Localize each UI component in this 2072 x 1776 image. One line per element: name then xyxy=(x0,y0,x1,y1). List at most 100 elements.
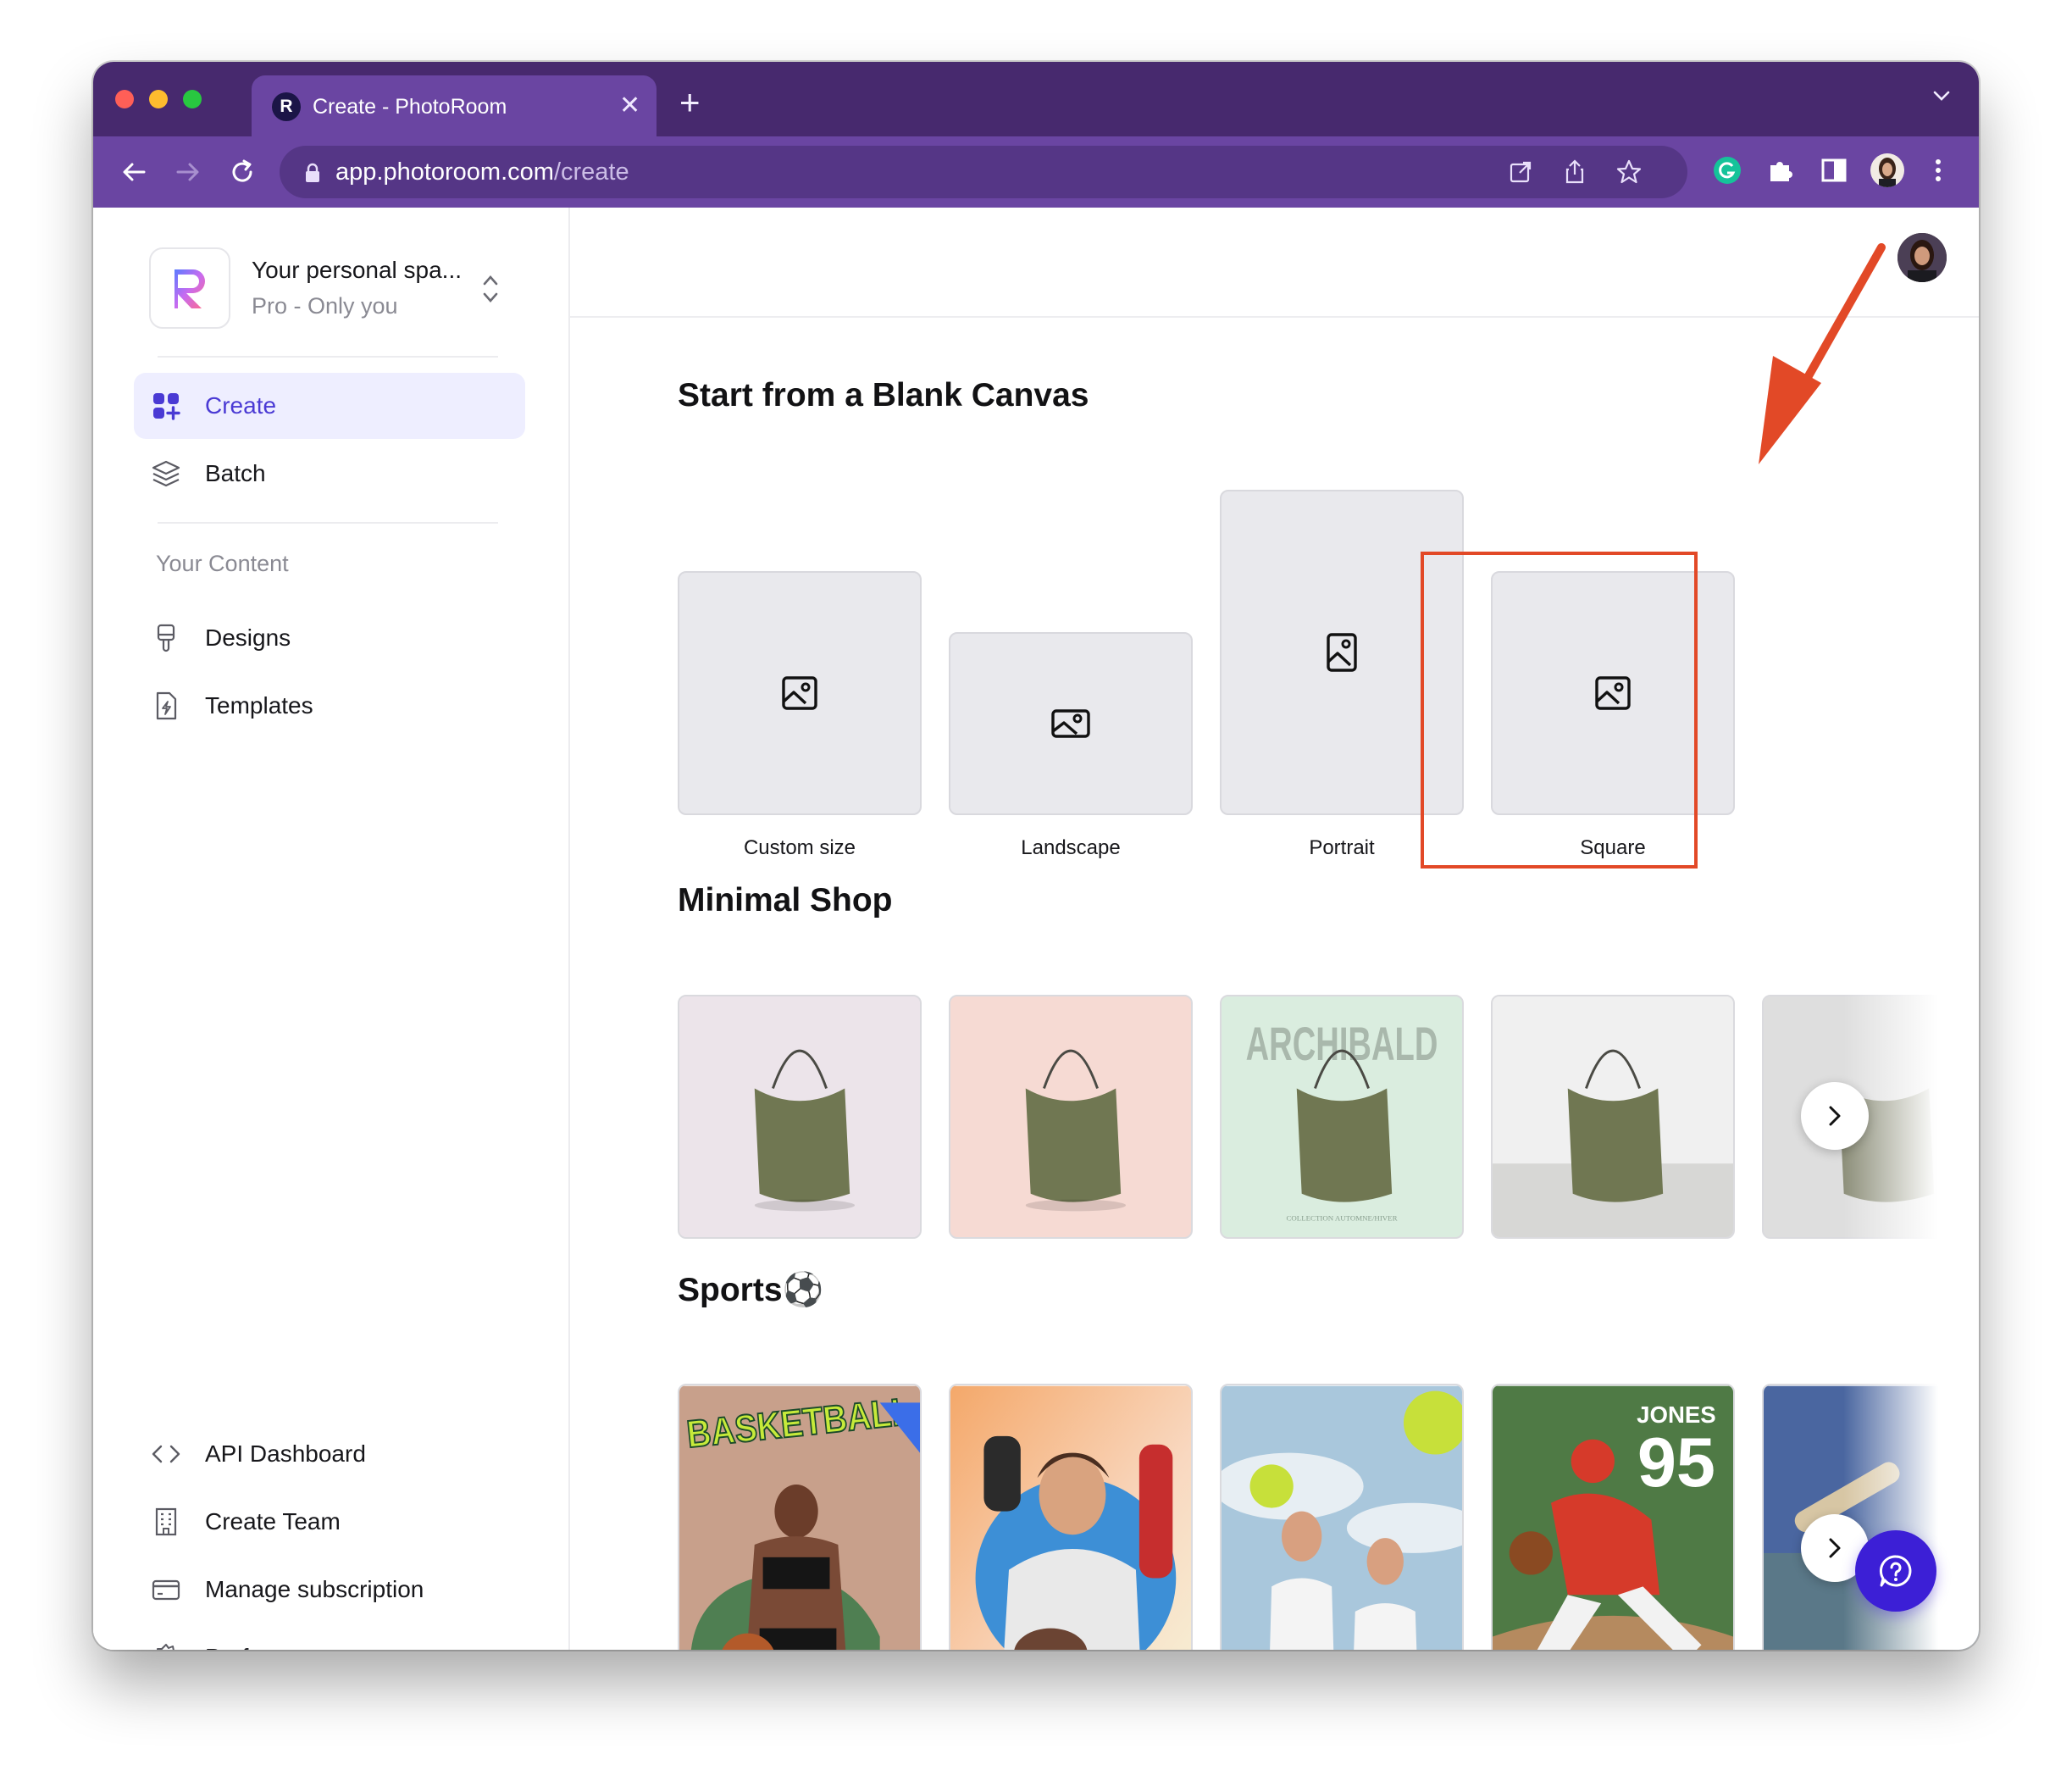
template-card-bag-studio[interactable] xyxy=(1491,995,1735,1239)
canvas-option-label: Custom size xyxy=(743,836,856,859)
grammarly-extension-icon[interactable] xyxy=(1710,153,1744,187)
sidebar-item-label: Manage subscription xyxy=(205,1576,424,1602)
sidebar-item-preferences[interactable]: Preferences xyxy=(134,1624,525,1650)
sidebar-item-label: Preferences xyxy=(205,1641,333,1650)
image-icon xyxy=(1051,709,1090,738)
minimize-window-button[interactable] xyxy=(149,90,168,108)
sidebar-item-templates[interactable]: Templates xyxy=(134,673,525,739)
sports-heading: Sports⚽ xyxy=(678,1272,824,1308)
side-panel-icon[interactable] xyxy=(1817,153,1851,187)
template-card-american-football[interactable] xyxy=(949,1384,1193,1650)
sidebar-item-label: Batch xyxy=(205,460,266,486)
canvas-option-label: Landscape xyxy=(1021,836,1121,859)
close-window-button[interactable] xyxy=(115,90,134,108)
sidebar-divider xyxy=(158,356,498,358)
template-card-basketball[interactable]: BASKETBALL xyxy=(678,1384,922,1650)
basketball-thumbnail-image: BASKETBALL xyxy=(679,1385,920,1650)
svg-text:95: 95 xyxy=(1637,1423,1715,1501)
template-card-bag-peach[interactable] xyxy=(949,995,1193,1239)
sidebar-item-create-team[interactable]: Create Team xyxy=(134,1489,525,1555)
help-chat-button[interactable] xyxy=(1855,1530,1936,1612)
sidebar: Your personal spa... Pro - Only you Crea… xyxy=(93,208,570,1650)
extensions-puzzle-icon[interactable] xyxy=(1764,153,1798,187)
question-bubble-icon xyxy=(1879,1555,1912,1587)
sidebar-item-label: Designs xyxy=(205,624,291,651)
browser-profile-avatar[interactable] xyxy=(1870,153,1904,187)
photoroom-favicon-icon: R xyxy=(272,92,301,121)
workspace-switch-chevron-icon[interactable] xyxy=(481,272,500,306)
chevron-right-icon xyxy=(1829,1538,1841,1558)
sidebar-item-label: Create xyxy=(205,392,277,419)
tab-title: Create - PhotoRoom xyxy=(313,95,507,119)
sidebar-item-designs[interactable]: Designs xyxy=(134,605,525,671)
template-card-tennis[interactable] xyxy=(1220,1384,1464,1650)
sidebar-item-label: Create Team xyxy=(205,1508,341,1535)
sidebar-item-manage-subscription[interactable]: Manage subscription xyxy=(134,1557,525,1623)
tab-close-icon[interactable]: ✕ xyxy=(619,91,640,121)
tennis-thumbnail-image xyxy=(1222,1385,1462,1650)
sidebar-divider xyxy=(158,522,498,524)
building-icon xyxy=(155,1507,177,1536)
photoroom-app: Your personal spa... Pro - Only you Crea… xyxy=(93,208,1979,1650)
template-card-bag-pink[interactable] xyxy=(678,995,922,1239)
new-tab-button[interactable]: + xyxy=(679,85,701,120)
photoroom-logo-icon xyxy=(175,269,205,308)
user-avatar[interactable] xyxy=(1897,233,1947,282)
browser-window: R Create - PhotoRoom ✕ + app.photoroom.c… xyxy=(93,62,1979,1650)
svg-text:COLLECTION AUTOMNE/HIVER: COLLECTION AUTOMNE/HIVER xyxy=(1287,1213,1398,1222)
sidebar-item-create[interactable]: Create xyxy=(134,373,525,439)
workspace-name[interactable]: Your personal spa... xyxy=(252,255,462,286)
zoom-window-button[interactable] xyxy=(183,90,202,108)
carousel-fade xyxy=(1843,1384,1979,1650)
brush-icon xyxy=(157,624,175,652)
sidebar-item-batch[interactable]: Batch xyxy=(134,441,525,507)
canvas-option-custom-size[interactable] xyxy=(678,571,922,815)
bookmark-star-icon[interactable] xyxy=(1615,158,1643,186)
grid-plus-icon xyxy=(153,393,180,420)
canvas-option-landscape[interactable] xyxy=(949,632,1193,815)
bag-thumbnail-image xyxy=(1493,996,1733,1237)
workspace-plan: Pro - Only you xyxy=(252,293,398,319)
gear-icon xyxy=(157,1644,175,1650)
header-divider xyxy=(570,316,1979,318)
share-icon[interactable] xyxy=(1560,158,1589,186)
credit-card-icon xyxy=(152,1579,180,1601)
layers-icon xyxy=(152,460,180,487)
browser-menu-icon[interactable] xyxy=(1921,153,1955,187)
back-icon[interactable] xyxy=(115,153,152,191)
bag-thumbnail-image xyxy=(950,996,1191,1237)
lock-icon xyxy=(306,163,319,182)
image-icon xyxy=(1327,633,1357,672)
square-option-highlight-box xyxy=(1421,552,1698,869)
image-icon xyxy=(782,676,817,710)
sidebar-item-api-dashboard[interactable]: API Dashboard xyxy=(134,1421,525,1487)
reload-icon[interactable] xyxy=(224,153,261,191)
browser-tab-bar: R Create - PhotoRoom ✕ + xyxy=(93,62,1979,136)
address-bar[interactable]: app.photoroom.com/create xyxy=(280,146,1687,198)
sidebar-item-label: Templates xyxy=(205,692,313,719)
svg-text:ARCHIBALD: ARCHIBALD xyxy=(1246,1018,1438,1070)
browser-toolbar: app.photoroom.com/create xyxy=(93,136,1979,208)
football-thumbnail-image xyxy=(950,1385,1191,1650)
minimal-shop-next-button[interactable] xyxy=(1801,1082,1869,1150)
chevron-right-icon xyxy=(1829,1106,1841,1126)
sidebar-item-label: API Dashboard xyxy=(205,1440,366,1467)
browser-tab[interactable]: R Create - PhotoRoom ✕ xyxy=(252,75,657,136)
code-icon xyxy=(152,1445,180,1463)
soccer-ball-icon: ⚽ xyxy=(782,1272,824,1308)
main-content: Start from a Blank Canvas Custom size La… xyxy=(570,208,1979,1650)
url-text: app.photoroom.com/create xyxy=(335,158,629,186)
baseball-thumbnail-image: JONES 95 xyxy=(1493,1385,1733,1650)
template-card-baseball[interactable]: JONES 95 xyxy=(1491,1384,1735,1650)
bag-thumbnail-image xyxy=(679,996,920,1237)
blank-canvas-heading: Start from a Blank Canvas xyxy=(678,377,1089,413)
workspace-logo[interactable] xyxy=(149,247,230,329)
your-content-heading: Your Content xyxy=(156,551,289,576)
template-file-icon xyxy=(156,691,177,720)
forward-icon[interactable] xyxy=(169,153,207,191)
bag-thumbnail-image: ARCHIBALD COLLECTION AUTOMNE/HIVER xyxy=(1222,996,1462,1237)
tab-list-chevron-icon[interactable] xyxy=(1931,86,1952,106)
minimal-shop-heading: Minimal Shop xyxy=(678,882,893,919)
template-card-bag-archibald[interactable]: ARCHIBALD COLLECTION AUTOMNE/HIVER xyxy=(1220,995,1464,1239)
open-in-app-icon[interactable] xyxy=(1506,158,1535,186)
